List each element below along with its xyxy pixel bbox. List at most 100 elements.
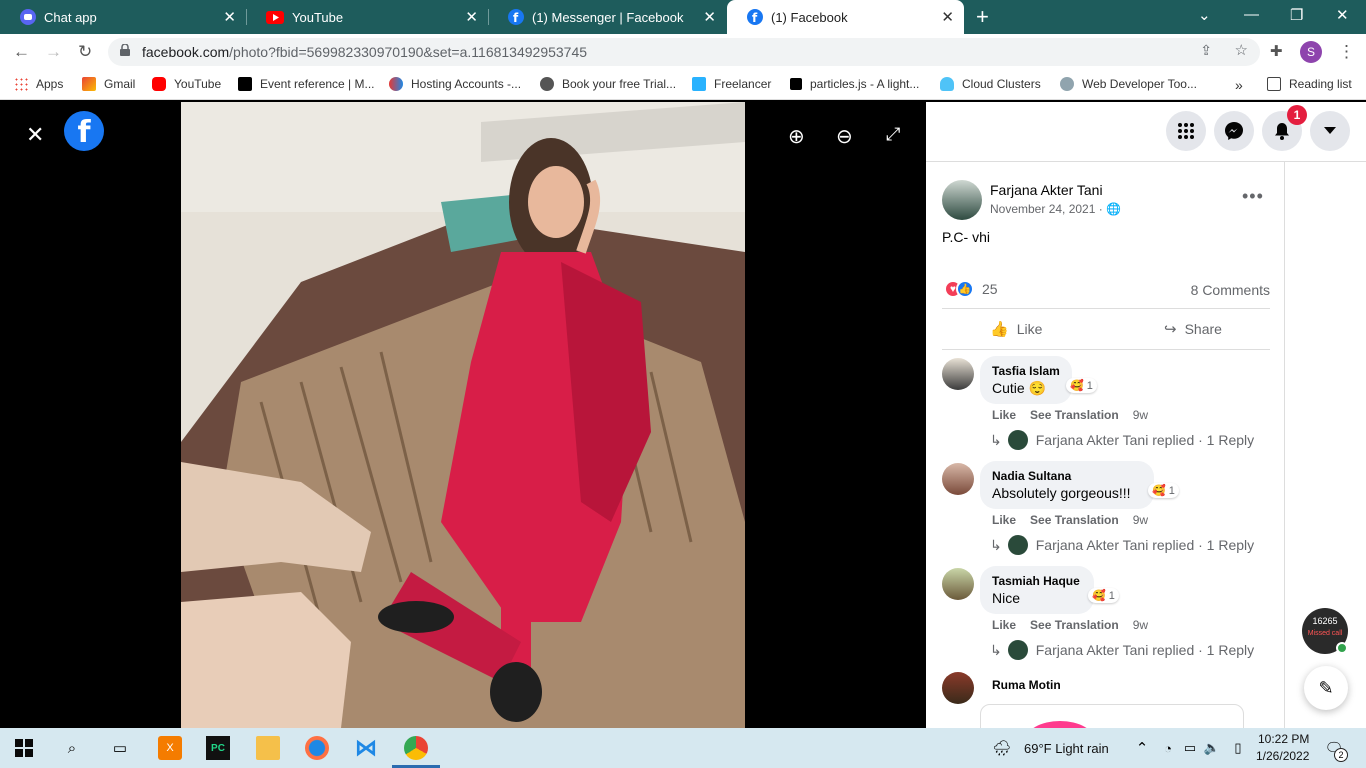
reload-icon[interactable]: ↻ (78, 42, 92, 62)
bookmark-gmail[interactable]: Gmail (82, 77, 135, 91)
commenter-avatar[interactable] (942, 568, 974, 600)
share-button[interactable]: ↪ Share (1164, 320, 1222, 338)
clock-time[interactable]: 10:22 PM (1258, 732, 1309, 746)
post-photo[interactable] (181, 102, 745, 728)
post-date[interactable]: November 24, 2021 · 🌐 (990, 202, 1121, 216)
comment-bubble: Nadia Sultana Absolutely gorgeous!!! (980, 461, 1154, 509)
back-icon[interactable]: ← (13, 42, 30, 62)
commenter-name[interactable]: Nadia Sultana (992, 469, 1142, 483)
reaction-summary[interactable]: ♥ 👍 25 (944, 280, 998, 298)
more-options-icon[interactable]: ••• (1242, 186, 1264, 207)
author-avatar[interactable] (942, 180, 982, 220)
like-reaction-icon: 👍 (956, 280, 974, 298)
weather-text[interactable]: 69°F Light rain (1024, 741, 1109, 756)
extensions-icon[interactable]: ✚ (1270, 42, 1283, 60)
menu-grid-icon[interactable] (1166, 111, 1206, 151)
tab-search-icon[interactable]: ⌄ (1198, 6, 1211, 24)
volume-icon[interactable]: 🔈 (1200, 736, 1224, 760)
comment-like-button[interactable]: Like (992, 408, 1016, 422)
tab-chat-app[interactable]: Chat app ✕ (0, 0, 246, 34)
file-explorer-icon[interactable] (256, 736, 280, 760)
bookmark-youtube[interactable]: YouTube (152, 77, 221, 91)
profile-avatar[interactable]: S (1300, 41, 1322, 63)
bookmark-free-trial[interactable]: Book your free Trial... (540, 77, 676, 91)
chrome-icon[interactable] (404, 736, 428, 760)
search-icon[interactable]: ⌕ (60, 736, 84, 760)
view-replies-link[interactable]: ↳ Farjana Akter Tani replied · 1 Reply (990, 640, 1254, 660)
tab-youtube[interactable]: YouTube ✕ (246, 0, 488, 34)
post-sidebar: 1 Farjana Akter Tani November 24, 2021 ·… (926, 102, 1366, 728)
forward-icon[interactable]: → (45, 42, 62, 62)
comment-reaction[interactable]: 🥰 1 (1066, 378, 1097, 393)
bookmark-apps[interactable]: Apps (14, 77, 63, 91)
wifi-icon[interactable]: ◔ (1156, 736, 1180, 760)
missed-call-chat-head[interactable]: 16265 Missed call (1302, 608, 1348, 654)
pycharm-icon[interactable]: PC (206, 736, 230, 760)
windows-start-icon[interactable] (12, 736, 36, 760)
reading-list-button[interactable]: Reading list (1267, 77, 1352, 91)
close-viewer-icon[interactable]: ✕ (26, 122, 44, 148)
close-window-button[interactable]: ✕ (1336, 6, 1349, 24)
comment-like-button[interactable]: Like (992, 618, 1016, 632)
show-hidden-icons-icon[interactable]: ⌃ (1130, 736, 1154, 760)
see-translation-link[interactable]: See Translation (1030, 618, 1119, 632)
windows-taskbar: ⌕ ▭ X PC ⋈ 🌧 69°F Light rain ⌃ ◔ ▭ 🔈 ▯ 1… (0, 728, 1366, 768)
menu-kebab-icon[interactable]: ⋮ (1338, 42, 1355, 62)
fullscreen-icon[interactable]: ⤢ (886, 124, 900, 145)
messenger-icon[interactable] (1214, 111, 1254, 151)
bookmark-web-developer[interactable]: Web Developer Too... (1060, 77, 1197, 91)
firefox-icon[interactable] (305, 736, 329, 760)
bookmark-hosting-accounts[interactable]: Hosting Accounts -... (389, 77, 521, 91)
comments-count[interactable]: 8 Comments (1191, 282, 1270, 298)
commenter-name[interactable]: Tasmiah Haque (992, 574, 1082, 588)
see-translation-link[interactable]: See Translation (1030, 513, 1119, 527)
bookmark-particles[interactable]: particles.js - A light... (790, 77, 919, 91)
tab-close-icon[interactable]: ✕ (941, 8, 954, 26)
commenter-avatar[interactable] (942, 672, 974, 704)
vscode-icon[interactable]: ⋈ (354, 735, 378, 760)
commenter-avatar[interactable] (942, 463, 974, 495)
comment-text: Nice (992, 590, 1021, 606)
comment-reaction[interactable]: 🥰 1 (1148, 483, 1179, 498)
weather-icon[interactable]: 🌧 (990, 736, 1014, 760)
commenter-avatar[interactable] (942, 358, 974, 390)
zoom-out-icon[interactable]: ⊖ (836, 124, 853, 149)
discord-icon (20, 9, 36, 25)
battery-icon[interactable]: ▭ (1178, 736, 1202, 760)
like-button[interactable]: 👍 Like (990, 320, 1042, 338)
new-tab-button[interactable]: + (976, 4, 989, 30)
care-reaction-icon: 🥰 (1092, 590, 1106, 602)
minimize-button[interactable]: — (1244, 6, 1259, 23)
facebook-logo-icon[interactable]: f (64, 111, 104, 151)
apps-grid-icon (14, 77, 28, 91)
restore-button[interactable]: ❐ (1290, 6, 1303, 24)
tab-close-icon[interactable]: ✕ (223, 8, 236, 26)
clock-date[interactable]: 1/26/2022 (1256, 749, 1309, 763)
author-name[interactable]: Farjana Akter Tani (990, 182, 1103, 198)
tab-close-icon[interactable]: ✕ (465, 8, 478, 26)
view-replies-link[interactable]: ↳ Farjana Akter Tani replied · 1 Reply (990, 535, 1254, 555)
tab-close-icon[interactable]: ✕ (703, 8, 716, 26)
new-message-button[interactable]: ✎ (1304, 666, 1348, 710)
account-dropdown-icon[interactable] (1310, 111, 1350, 151)
share-icon[interactable]: ⇪ (1200, 42, 1212, 59)
xampp-icon[interactable]: X (158, 736, 182, 760)
display-icon[interactable]: ▯ (1226, 736, 1250, 760)
bookmark-event-reference[interactable]: Event reference | M... (238, 77, 375, 91)
task-view-icon[interactable]: ▭ (108, 736, 132, 760)
view-replies-link[interactable]: ↳ Farjana Akter Tani replied · 1 Reply (990, 430, 1254, 450)
url-bar[interactable]: facebook.com/photo?fbid=569982330970190&… (108, 38, 1260, 66)
tab-facebook[interactable]: f (1) Facebook ✕ (727, 0, 964, 34)
comment-like-button[interactable]: Like (992, 513, 1016, 527)
globe-icon (540, 77, 554, 91)
comment-reaction[interactable]: 🥰 1 (1088, 588, 1119, 603)
commenter-name[interactable]: Tasfia Islam (992, 364, 1060, 378)
zoom-in-icon[interactable]: ⊕ (788, 124, 805, 149)
star-icon[interactable]: ☆ (1235, 41, 1248, 59)
tab-messenger[interactable]: f (1) Messenger | Facebook ✕ (488, 0, 726, 34)
bookmark-freelancer[interactable]: Freelancer (692, 77, 771, 91)
commenter-name[interactable]: Ruma Motin (992, 678, 1061, 692)
see-translation-link[interactable]: See Translation (1030, 408, 1119, 422)
bookmark-cloud-clusters[interactable]: Cloud Clusters (940, 77, 1041, 91)
more-bookmarks-icon[interactable]: » (1235, 77, 1243, 93)
